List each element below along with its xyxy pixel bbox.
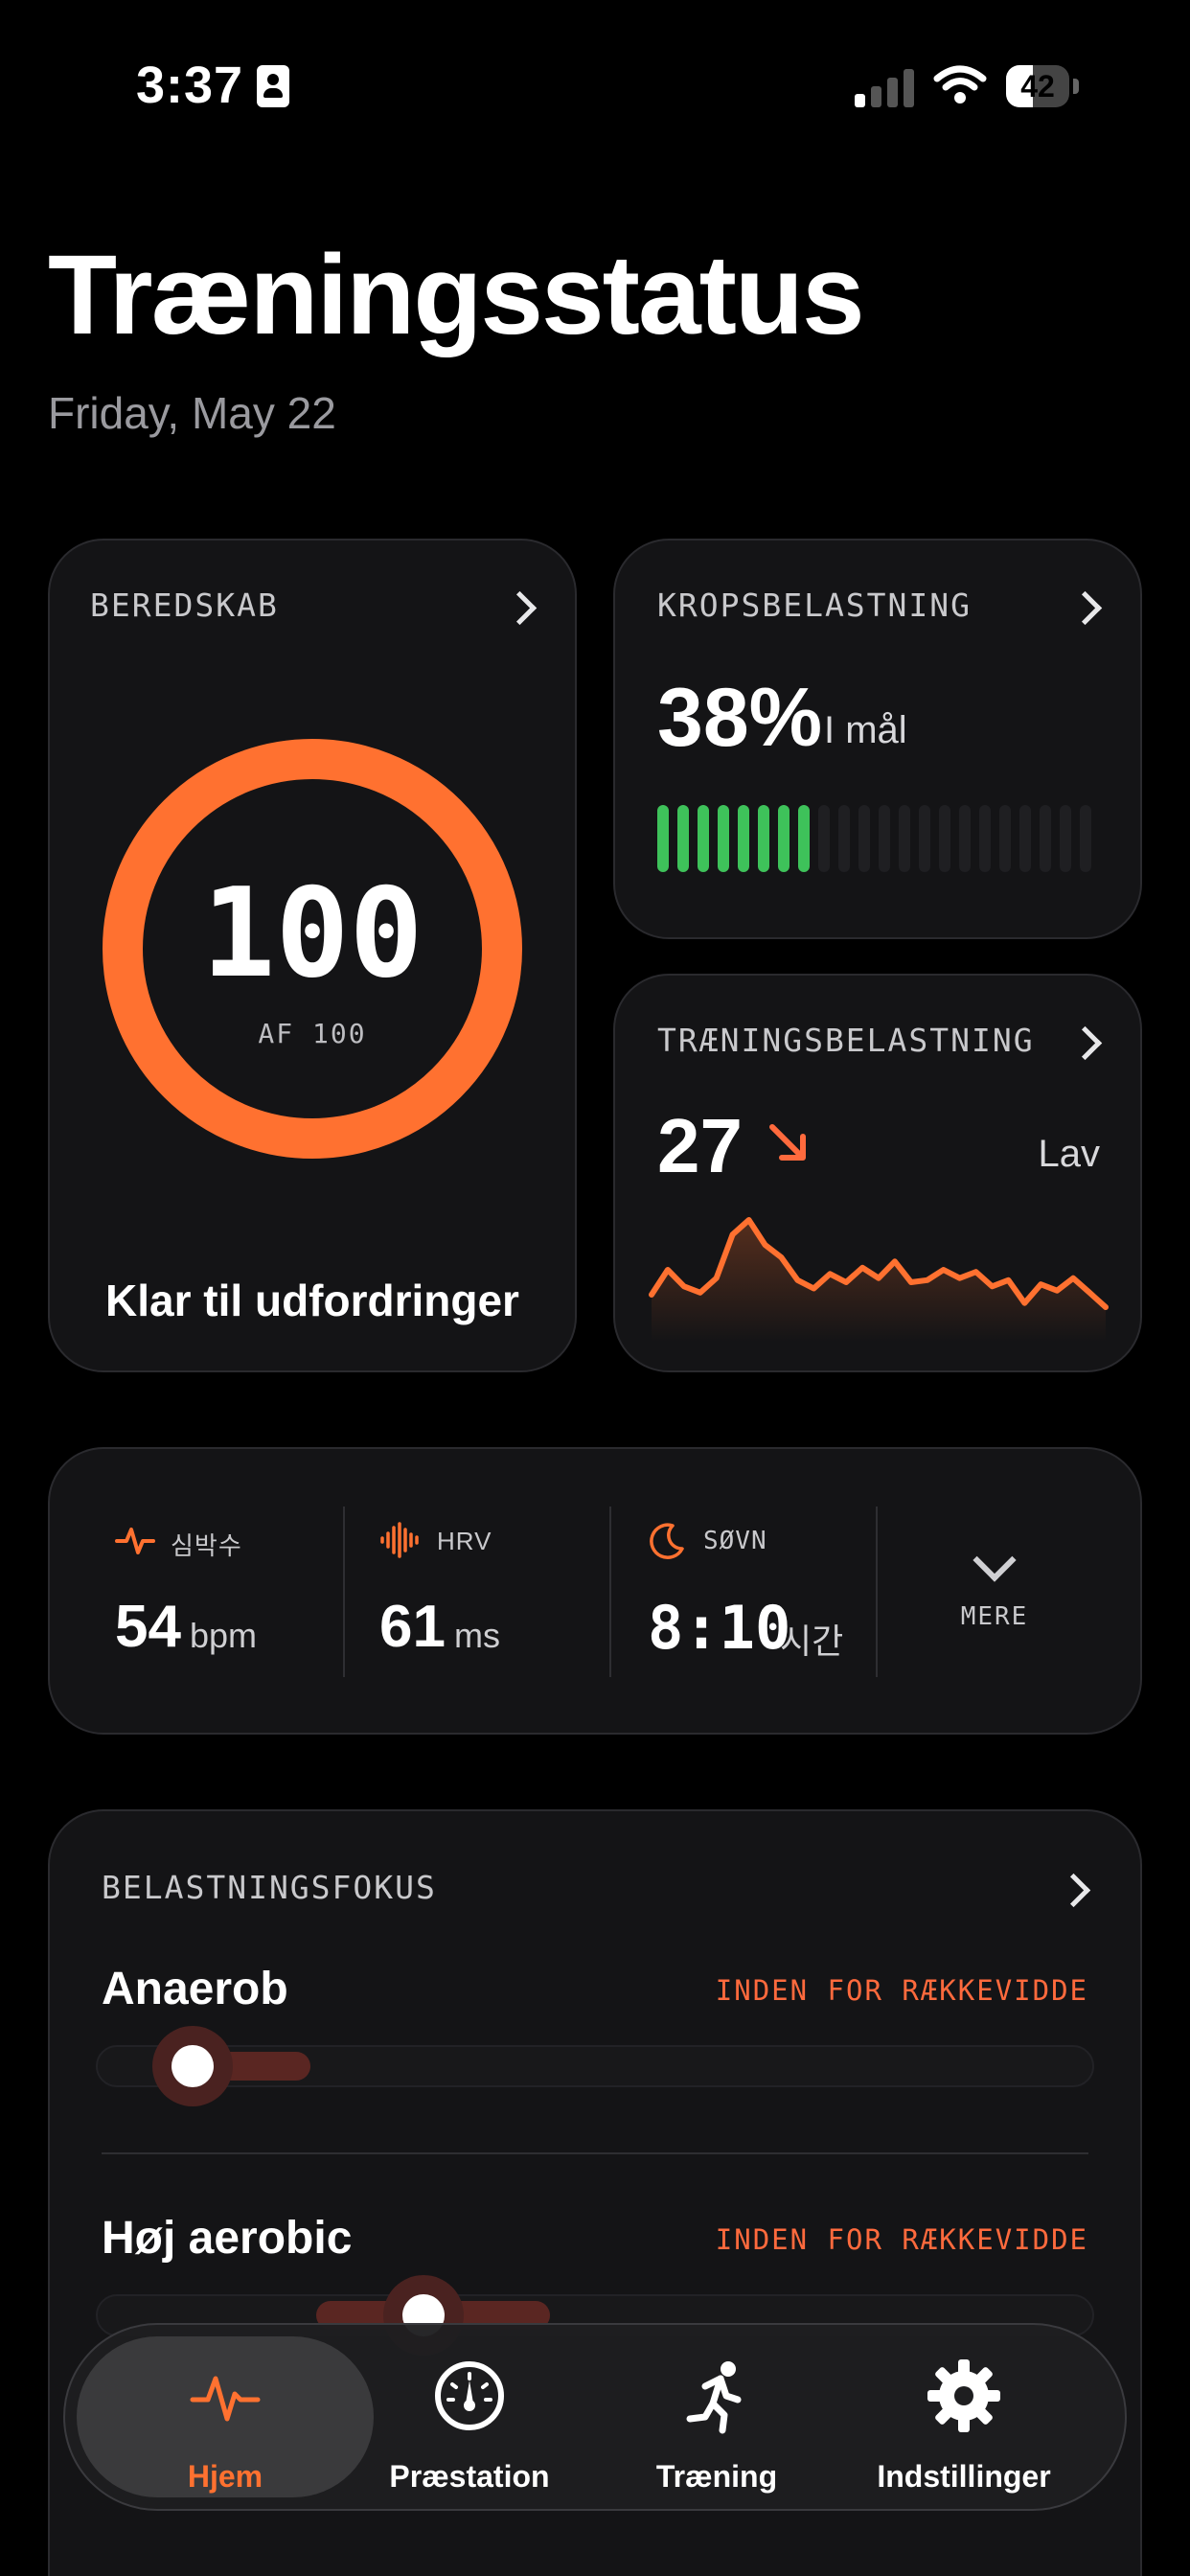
hrv-value: 61 [379,1594,446,1660]
load-bar-segment [1060,805,1071,872]
tab-settings-label: Indstillinger [877,2459,1051,2494]
load-bar-segment [1080,805,1091,872]
cellular-signal-icon [855,67,914,107]
focus-divider [102,2152,1088,2154]
battery-level: 42 [1020,69,1055,104]
hrv-label: HRV [437,1527,492,1555]
body-load-label: KROPSBELASTNING [657,586,973,624]
focus-item-name: Anaerob [102,1964,288,2014]
page-date: Friday, May 22 [48,388,336,438]
load-bar-segment [979,805,991,872]
load-bar-segment [879,805,890,872]
load-bar-segment [677,805,689,872]
stats-divider [343,1506,345,1677]
heart-rate-value: 54 [115,1594,181,1660]
load-bar-segment [1019,805,1031,872]
load-bar-segment [1040,805,1051,872]
status-time: 3:37 [136,57,244,114]
running-icon [686,2361,742,2434]
sleep-unit: 시간 [780,1622,844,1661]
tab-performance[interactable]: Præstation [345,2338,594,2496]
wifi-icon [933,65,987,104]
focus-item-state: INDEN FOR RÆKKEVIDDE [715,1974,1088,2007]
tab-performance-label: Præstation [389,2459,550,2494]
sleep-value: 8:10 [648,1593,791,1663]
load-bar-segment [818,805,830,872]
battery-indicator: 42 [1006,65,1079,107]
heart-rate-unit: bpm [190,1616,258,1655]
waveform-icon [380,1522,419,1558]
tab-settings[interactable]: Indstillinger [839,2338,1088,2496]
readiness-status: Klar til udfordringer [105,1276,519,1325]
load-bar-segment [778,805,790,872]
stats-divider [876,1506,878,1677]
load-bar-segment [698,805,709,872]
load-bar-segment [939,805,950,872]
load-bar-segment [718,805,729,872]
load-bar-segment [738,805,749,872]
readiness-score: 100 [201,862,423,1005]
readiness-label: BEREDSKAB [90,586,279,624]
focus-item-name: Høj aerobic [102,2213,353,2264]
load-bar-segment [798,805,810,872]
heartbeat-icon [190,2376,261,2422]
more-button[interactable]: MERE [945,1602,1044,1631]
load-focus-label: BELASTNINGSFOKUS [102,1869,437,1906]
hrv-unit: ms [454,1616,500,1655]
training-load-sparkline [649,1217,1109,1342]
readiness-max: AF 100 [258,1018,367,1049]
load-bar-segment [919,805,930,872]
vitals-card [48,1447,1142,1735]
heart-pulse-icon [115,1528,155,1554]
heart-rate-label: 심박수 [171,1531,242,1560]
training-load-status: Lav [1038,1133,1101,1175]
load-bar-segment [758,805,769,872]
focus-item-state: INDEN FOR RÆKKEVIDDE [715,2223,1088,2256]
sleep-label: SØVN [703,1527,767,1555]
moon-icon [650,1523,684,1559]
load-bar-segment [999,805,1011,872]
gauge-icon [435,2361,504,2430]
load-bar-segment [838,805,850,872]
gear-icon [927,2359,1000,2432]
tab-training[interactable]: Træning [592,2338,841,2496]
load-bar-segment [959,805,971,872]
trend-down-arrow-icon [769,1124,806,1161]
tab-home[interactable]: Hjem [101,2338,350,2496]
body-load-status: I mål [824,709,907,751]
training-load-label: TRÆNINGSBELASTNING [657,1022,1035,1059]
load-bar-segment [657,805,669,872]
contact-card-icon [257,65,289,107]
stats-divider [609,1506,611,1677]
focus-marker[interactable] [172,2045,214,2087]
tab-home-label: Hjem [187,2459,263,2494]
body-load-percent: 38% [657,672,823,764]
body-load-bars [657,805,1100,872]
load-bar-segment [899,805,910,872]
tab-training-label: Træning [655,2459,778,2494]
load-bar-segment [858,805,870,872]
page-title: Træningsstatus [48,232,865,358]
training-load-value: 27 [657,1103,743,1188]
